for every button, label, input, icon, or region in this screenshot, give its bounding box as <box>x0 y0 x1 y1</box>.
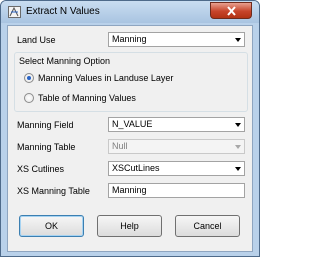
window-title: Extract N Values <box>26 6 100 17</box>
cancel-button[interactable]: Cancel <box>175 215 240 237</box>
manning-field-label: Manning Field <box>17 120 74 130</box>
manning-table-value: Null <box>112 141 128 151</box>
group-title: Select Manning Option <box>19 56 111 66</box>
radio-manning-table-label[interactable]: Table of Manning Values <box>38 93 136 103</box>
title-bar[interactable]: Extract N Values <box>1 1 259 23</box>
close-icon <box>227 6 236 16</box>
close-button[interactable] <box>210 2 252 19</box>
xs-cutlines-label: XS Cutlines <box>17 164 65 174</box>
manning-field-dropdown[interactable]: N_VALUE <box>108 117 245 132</box>
manning-table-label: Manning Table <box>17 142 76 152</box>
dialog-body: Land Use Manning Select Manning Option M… <box>7 25 253 252</box>
dialog-window: Extract N Values Land Use Manning Select… <box>0 0 260 257</box>
chevron-down-icon <box>235 167 241 171</box>
xs-manning-table-label: XS Manning Table <box>17 186 90 196</box>
radio-manning-table[interactable] <box>24 93 34 103</box>
ok-button[interactable]: OK <box>19 215 84 237</box>
manning-field-value: N_VALUE <box>112 119 153 129</box>
radio-landuse-layer[interactable] <box>24 73 34 83</box>
manning-table-dropdown: Null <box>108 139 245 154</box>
xs-cutlines-dropdown[interactable]: XSCutLines <box>108 161 245 176</box>
chevron-down-icon <box>235 123 241 127</box>
land-use-value: Manning <box>112 34 147 44</box>
land-use-dropdown[interactable]: Manning <box>108 32 245 47</box>
xs-manning-table-input[interactable]: Manning <box>108 183 245 198</box>
radio-landuse-layer-label[interactable]: Manning Values in Landuse Layer <box>38 73 173 83</box>
chevron-down-icon <box>235 38 241 42</box>
extract-tool-icon <box>8 6 21 18</box>
manning-option-group: Select Manning Option Manning Values in … <box>14 52 248 112</box>
xs-manning-table-value: Manning <box>112 185 147 195</box>
help-button[interactable]: Help <box>97 215 162 237</box>
xs-cutlines-value: XSCutLines <box>112 163 160 173</box>
chevron-down-icon <box>235 145 241 149</box>
land-use-label: Land Use <box>17 35 56 45</box>
